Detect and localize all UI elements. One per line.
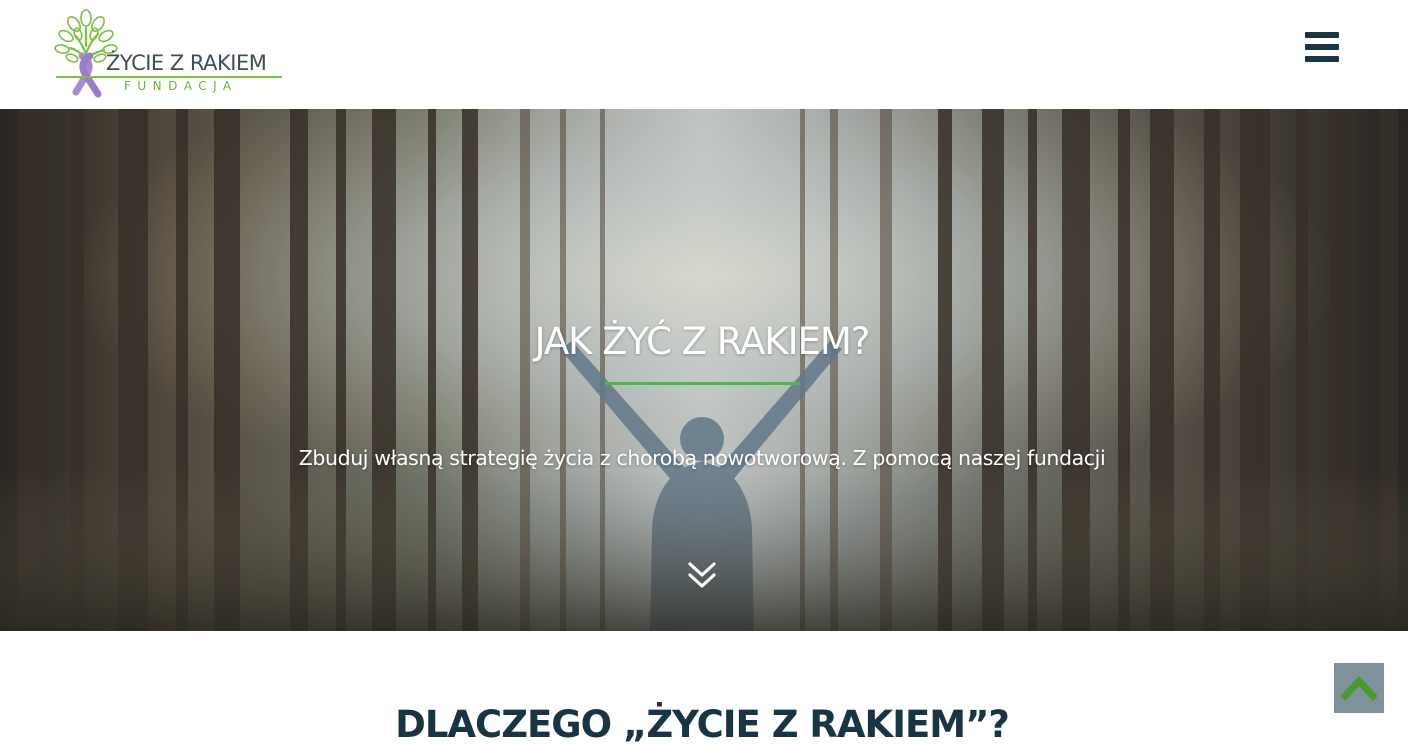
hero-overlay [0,109,1408,631]
hero-banner: JAK ŻYĆ Z RAKIEM? Zbuduj własną strategi… [0,109,1408,631]
site-logo[interactable]: ŻYCIE Z RAKIEM FUNDACJA [52,6,284,100]
hamburger-menu-icon[interactable] [1303,30,1341,64]
hero-accent-line [605,382,800,385]
menu-bar [1305,44,1339,50]
double-chevron-down-icon[interactable] [686,560,718,592]
back-to-top-button[interactable] [1334,663,1384,713]
menu-bar [1305,56,1339,62]
hero-subtitle: Zbuduj własną strategię życia z chorobą … [298,445,1106,470]
site-header: ŻYCIE Z RAKIEM FUNDACJA [0,0,1408,109]
logo-divider [56,76,282,78]
section-title: DLACZEGO „ŻYCIE Z RAKIEM”? [395,702,1010,746]
logo-subtitle: FUNDACJA [124,79,238,93]
chevron-up-icon [1341,675,1377,701]
menu-bar [1305,32,1339,38]
logo-title: ŻYCIE Z RAKIEM [106,51,267,75]
hero-title: JAK ŻYĆ Z RAKIEM? [534,319,871,363]
